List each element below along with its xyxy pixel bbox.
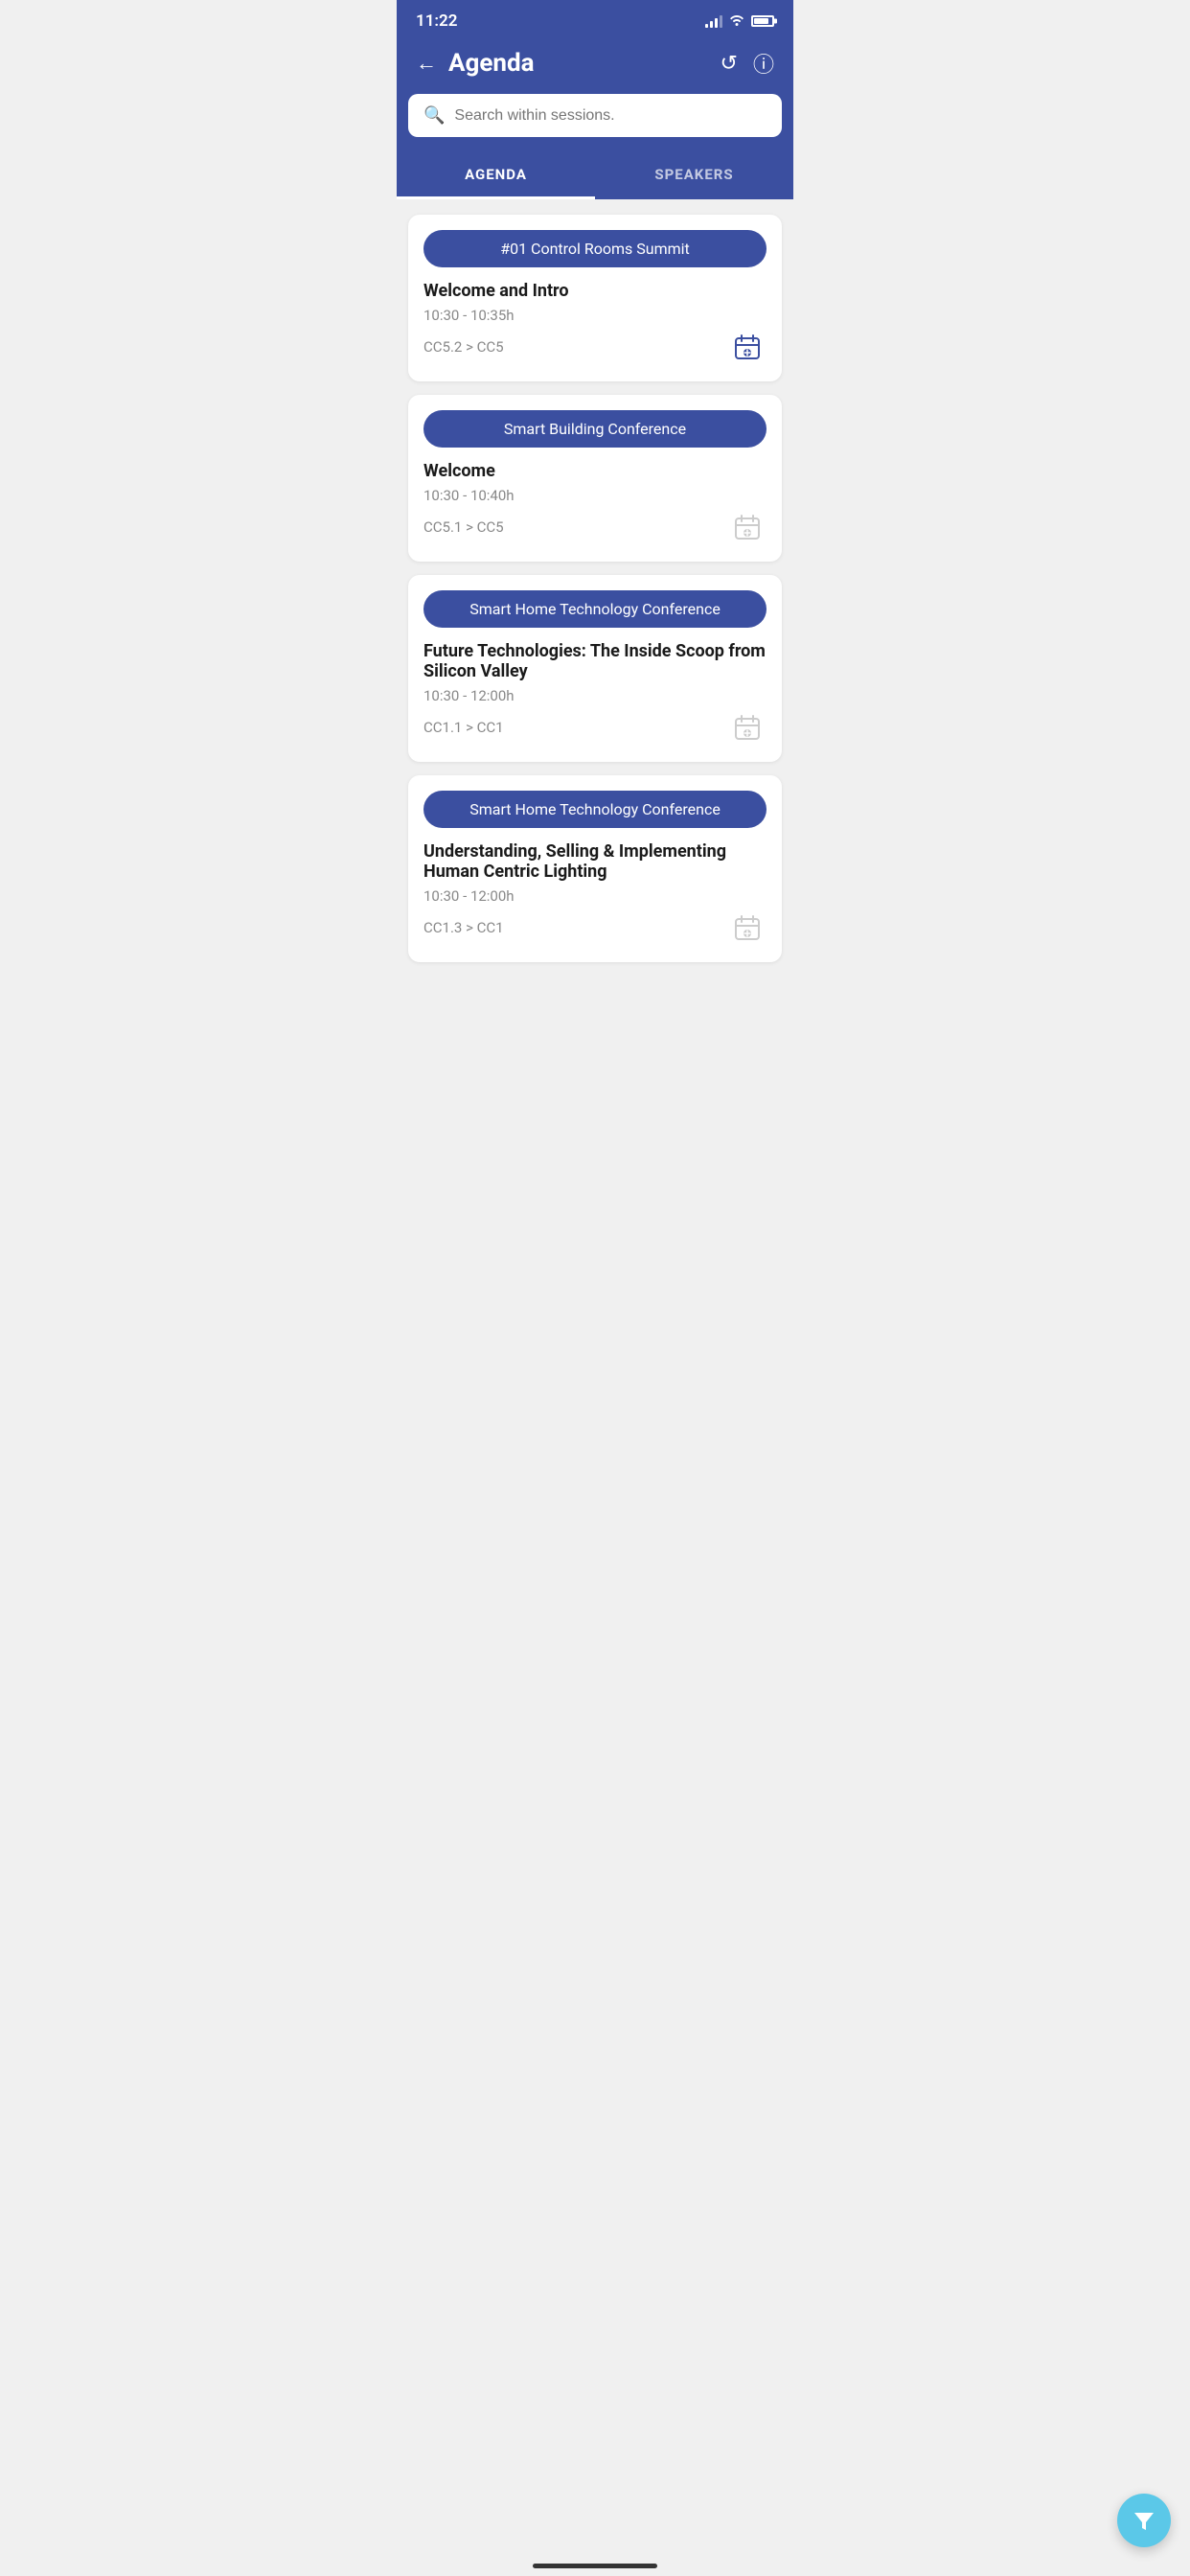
home-indicator	[533, 2564, 657, 2568]
status-icons	[705, 12, 774, 30]
signal-icon	[705, 14, 722, 28]
session-time-2: 10:30 - 10:40h	[423, 487, 767, 504]
tabs: AGENDA SPEAKERS	[397, 152, 793, 199]
add-to-calendar-button-2[interactable]	[728, 508, 767, 546]
tab-speakers[interactable]: SPEAKERS	[595, 152, 793, 196]
status-time: 11:22	[416, 12, 457, 31]
battery-icon	[751, 15, 774, 27]
session-time-1: 10:30 - 10:35h	[423, 307, 767, 324]
search-icon: 🔍	[423, 105, 445, 126]
conference-badge-4: Smart Home Technology Conference	[423, 791, 767, 828]
session-title-2: Welcome	[423, 461, 767, 481]
session-title-4: Understanding, Selling & Implementing Hu…	[423, 841, 767, 882]
session-card-2[interactable]: Smart Building Conference Welcome 10:30 …	[408, 395, 782, 562]
wifi-icon	[728, 12, 745, 30]
session-card-1[interactable]: #01 Control Rooms Summit Welcome and Int…	[408, 215, 782, 381]
refresh-icon[interactable]: ↺	[721, 52, 738, 76]
info-icon[interactable]: ⓘ	[753, 48, 774, 79]
conference-badge-1: #01 Control Rooms Summit	[423, 230, 767, 267]
session-location-4: CC1.3 > CC1	[423, 919, 504, 936]
status-bar: 11:22	[397, 0, 793, 38]
search-container: 🔍	[397, 94, 793, 152]
session-location-1: CC5.2 > CC5	[423, 338, 504, 356]
back-button[interactable]: ←	[416, 51, 437, 76]
conference-badge-3: Smart Home Technology Conference	[423, 590, 767, 628]
filter-fab-button[interactable]	[1117, 2494, 1171, 2547]
search-input[interactable]	[454, 107, 767, 125]
search-bar: 🔍	[408, 94, 782, 137]
conference-badge-2: Smart Building Conference	[423, 410, 767, 448]
header-actions: ↺ ⓘ	[721, 48, 774, 79]
add-to-calendar-button-1[interactable]	[728, 328, 767, 366]
page-title: Agenda	[448, 49, 535, 78]
session-time-4: 10:30 - 12:00h	[423, 887, 767, 905]
header: ← Agenda ↺ ⓘ	[397, 38, 793, 94]
session-time-3: 10:30 - 12:00h	[423, 687, 767, 704]
session-card-4[interactable]: Smart Home Technology Conference Underst…	[408, 775, 782, 962]
add-to-calendar-button-3[interactable]	[728, 708, 767, 747]
session-list: #01 Control Rooms Summit Welcome and Int…	[397, 199, 793, 1039]
session-location-3: CC1.1 > CC1	[423, 719, 504, 736]
session-location-2: CC5.1 > CC5	[423, 518, 504, 536]
session-title-1: Welcome and Intro	[423, 281, 767, 301]
session-title-3: Future Technologies: The Inside Scoop fr…	[423, 641, 767, 681]
add-to-calendar-button-4[interactable]	[728, 908, 767, 947]
tab-agenda[interactable]: AGENDA	[397, 152, 595, 196]
filter-icon	[1132, 2508, 1156, 2533]
session-card-3[interactable]: Smart Home Technology Conference Future …	[408, 575, 782, 762]
